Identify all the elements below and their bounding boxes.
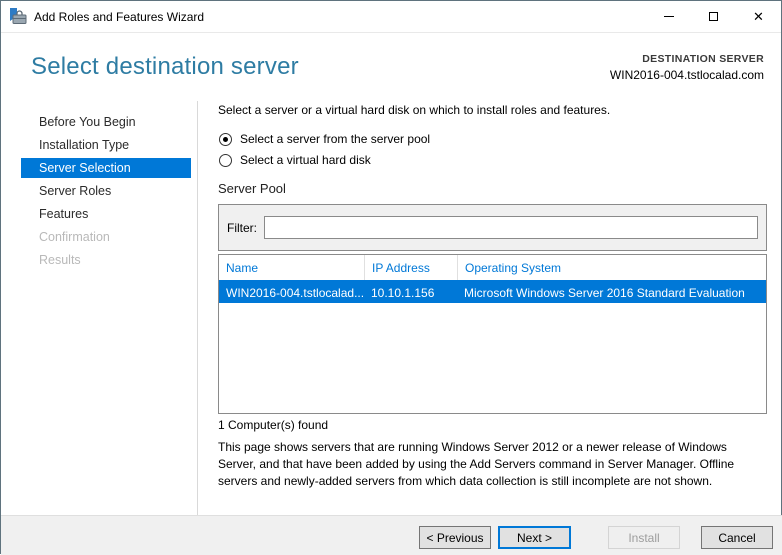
maximize-button[interactable] [691,1,736,32]
filter-label: Filter: [227,221,257,235]
maximize-icon [709,12,718,21]
wizard-steps-sidebar: Before You Begin Installation Type Serve… [21,112,191,273]
table-row[interactable]: WIN2016-004.tstlocalad.... 10.10.1.156 M… [219,282,766,303]
table-header-row: Name IP Address Operating System [219,255,766,282]
cell-operating-system: Microsoft Windows Server 2016 Standard E… [464,285,745,300]
close-button[interactable]: ✕ [736,1,781,32]
page-content: Select a server or a virtual hard disk o… [218,101,767,515]
radio-select-virtual-hard-disk[interactable]: Select a virtual hard disk [219,152,371,168]
cell-server-name: WIN2016-004.tstlocalad.... [226,285,364,300]
computers-found-count: 1 Computer(s) found [218,418,329,432]
page-title: Select destination server [31,53,299,80]
install-button[interactable]: Install [608,526,680,549]
minimize-button[interactable] [646,1,691,32]
window-controls: ✕ [646,1,781,32]
column-header-name[interactable]: Name [219,255,364,280]
close-icon: ✕ [753,9,764,24]
radio-label: Select a server from the server pool [240,132,431,146]
radio-button-icon[interactable] [219,132,232,146]
filter-panel: Filter: [218,204,767,251]
server-pool-table: Name IP Address Operating System WIN2016… [218,254,767,414]
sidebar-item-features[interactable]: Features [21,204,191,224]
destination-block: DESTINATION SERVER WIN2016-004.tstlocala… [610,53,764,82]
sidebar-item-results: Results [39,253,81,267]
sidebar-item-server-roles[interactable]: Server Roles [21,181,191,201]
filter-input[interactable] [264,216,758,239]
sidebar-content-divider [197,101,198,515]
wizard-footer: < Previous Next > Install Cancel [1,515,782,555]
sidebar-item-server-selection[interactable]: Server Selection [21,158,191,178]
destination-label: DESTINATION SERVER [642,53,764,65]
title-bar: Add Roles and Features Wizard ✕ [1,1,781,33]
column-header-operating-system[interactable]: Operating System [457,255,766,280]
sidebar-item-installation-type[interactable]: Installation Type [21,135,191,155]
previous-button[interactable]: < Previous [419,526,491,549]
page-note: This page shows servers that are running… [218,440,735,488]
server-manager-toolbox-icon [9,8,27,25]
wizard-window: Add Roles and Features Wizard ✕ Select d… [0,0,782,555]
sidebar-item-before-you-begin[interactable]: Before You Begin [21,112,191,132]
column-header-ip-address[interactable]: IP Address [364,255,457,280]
server-pool-label: Server Pool [218,181,286,196]
next-button[interactable]: Next > [498,526,571,549]
radio-select-server-pool[interactable]: Select a server from the server pool [219,131,430,147]
radio-label: Select a virtual hard disk [240,153,371,167]
window-title: Add Roles and Features Wizard [34,10,205,24]
sidebar-item-confirmation: Confirmation [39,230,110,244]
cell-ip-address: 10.10.1.156 [371,285,435,300]
page-description: Select a server or a virtual hard disk o… [218,103,611,117]
destination-server-name: WIN2016-004.tstlocalad.com [609,68,764,82]
radio-button-icon[interactable] [219,153,232,167]
cancel-button[interactable]: Cancel [701,526,773,549]
minimize-icon [663,16,674,17]
